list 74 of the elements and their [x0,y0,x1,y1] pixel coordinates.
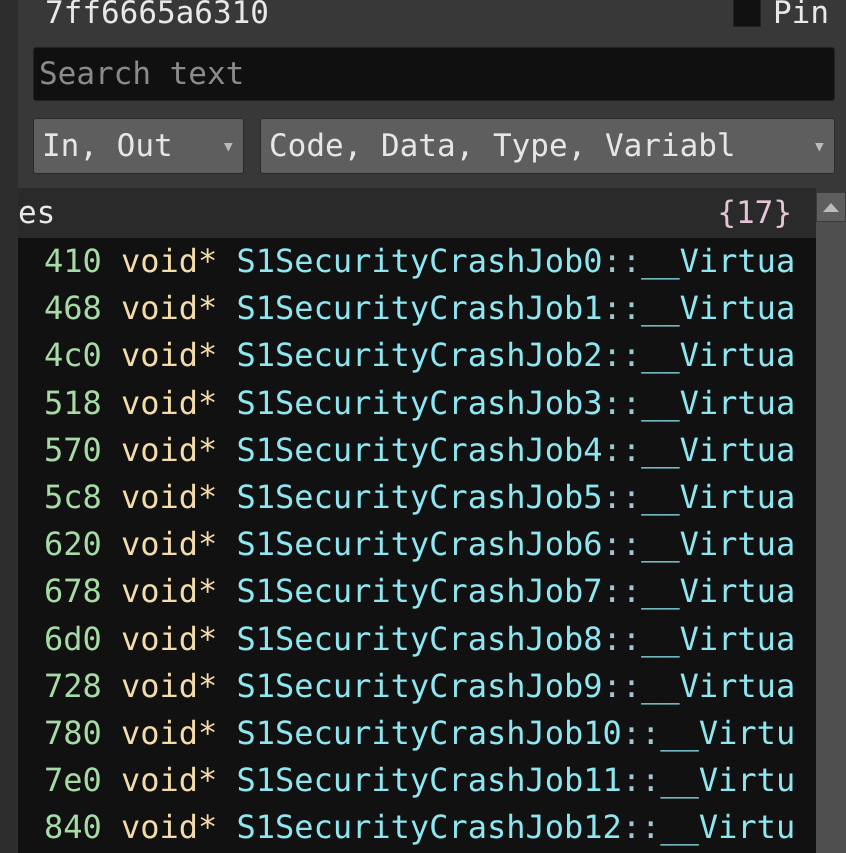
member-name: __Virtua [641,666,796,705]
member-name: __Virtua [641,384,796,422]
address-cell: 780 [44,714,102,752]
symbol-name: S1SecurityCrashJob7 [236,572,603,610]
member-name: __Virtua [641,289,796,328]
item-count: {17} [717,195,792,231]
scope-separator: :: [602,384,642,422]
scope-separator: :: [602,336,642,374]
type-cell: void* [120,714,218,752]
member-name: __Virtua [641,525,796,564]
member-name: __Virtua [641,572,796,610]
type-cell: void* [120,430,218,469]
member-name: __Virtua [641,430,796,469]
symbol-name: S1SecurityCrashJob2 [236,336,603,374]
scrollbar[interactable] [816,192,846,853]
scope-separator: :: [602,620,642,658]
type-cell: void* [120,336,218,374]
symbol-name: S1SecurityCrashJob4 [236,430,603,469]
scope-separator: :: [622,808,660,846]
member-name: __Virtua [641,478,796,516]
filter-dropdown[interactable]: In, Out ▾ [33,118,244,174]
address-cell: 570 [44,430,102,469]
scope-separator: :: [602,242,642,280]
symbol-name: S1SecurityCrashJob8 [236,620,603,658]
address-cell: 678 [44,572,102,610]
type-cell: void* [120,242,218,280]
type-cell: void* [120,808,218,846]
pin-checkbox[interactable] [733,0,761,27]
address-cell: 518 [44,384,102,422]
address-cell: 840 [44,808,102,846]
address-cell: 728 [44,666,102,705]
filter-dropdown[interactable]: Code, Data, Type, Variabl ▾ [260,118,835,174]
scope-separator: :: [622,761,660,800]
type-cell: void* [120,478,218,516]
type-cell: void* [120,666,218,705]
member-name: __Virtu [660,714,796,752]
scope-separator: :: [602,666,642,705]
address-cell: 410 [44,242,102,280]
symbol-name: S1SecurityCrashJob6 [236,525,603,564]
symbol-name: S1SecurityCrashJob11 [236,761,622,800]
type-cell: void* [120,525,218,564]
list-title: es [18,195,56,231]
type-cell: void* [120,620,218,658]
type-cell: void* [120,289,218,328]
symbol-name: S1SecurityCrashJob3 [236,384,603,422]
symbol-name: S1SecurityCrashJob1 [236,289,603,328]
scope-separator: :: [622,714,660,752]
member-name: __Virtu [660,761,796,800]
member-name: __Virtua [641,242,796,280]
symbol-name: S1SecurityCrashJob9 [236,666,603,705]
address-cell: 5c8 [44,478,102,516]
member-name: __Virtu [660,808,796,846]
symbol-name: S1SecurityCrashJob0 [236,242,603,280]
scope-separator: :: [602,478,642,516]
address-cell: 6d0 [44,620,102,658]
scope-separator: :: [602,430,642,469]
address-cell: 4c0 [44,336,102,374]
up-arrow-icon [823,202,839,212]
type-cell: void* [120,572,218,610]
scope-separator: :: [602,572,642,610]
symbol-name: S1SecurityCrashJob5 [236,478,603,516]
symbol-name: S1SecurityCrashJob10 [236,714,622,752]
address-cell: 620 [44,525,102,564]
search-field[interactable]: Search text [33,47,835,101]
symbol-name: S1SecurityCrashJob12 [236,808,622,846]
scroll-up-button[interactable] [816,192,846,222]
member-name: __Virtua [641,620,796,658]
address-cell: 7e0 [44,761,102,800]
scope-separator: :: [602,289,642,328]
type-cell: void* [120,761,218,800]
type-cell: void* [120,384,218,422]
address-cell: 468 [44,289,102,328]
member-name: __Virtua [641,336,796,374]
scope-separator: :: [602,525,642,564]
